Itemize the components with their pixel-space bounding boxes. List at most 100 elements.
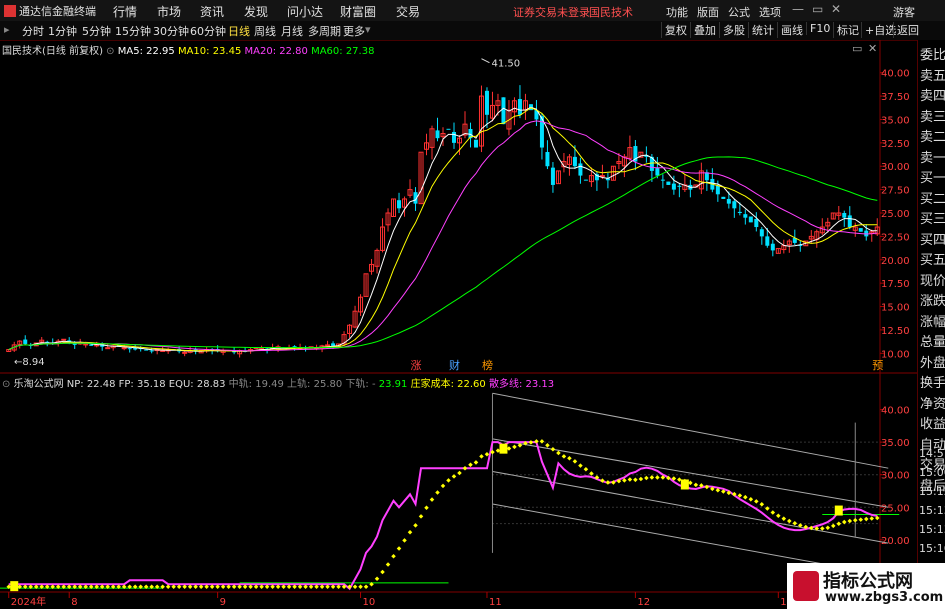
tongji-button[interactable]: 统计 xyxy=(748,22,774,38)
event-marker-0[interactable]: 涨 xyxy=(411,359,422,372)
menu-item-faxian[interactable]: 发现 xyxy=(244,3,268,20)
guest-user[interactable]: 游客 xyxy=(893,4,915,20)
sub-legend-toggle-icon[interactable]: ⊙ xyxy=(2,379,10,390)
menu-item-gongneng[interactable]: 功能 xyxy=(666,4,688,20)
cost-dot-63 xyxy=(352,584,358,590)
period-monthly[interactable]: 月线 xyxy=(281,23,303,39)
menu-item-banmian[interactable]: 版面 xyxy=(697,4,719,20)
candle-body-134 xyxy=(743,214,748,218)
fuquan-button[interactable]: 复权 xyxy=(661,22,687,38)
sub-upper-value: 上轨: 25.80 xyxy=(287,379,343,390)
app-logo-icon xyxy=(4,5,16,17)
cost-dot-57 xyxy=(319,584,325,590)
cost-dot-29 xyxy=(165,584,171,590)
sub-ytick-label-1: 35.00 xyxy=(881,438,910,449)
candle-body-90 xyxy=(501,97,506,125)
candle-body-153 xyxy=(847,215,852,228)
site-watermark: 指标公式网 www.zbgs3.com xyxy=(787,563,945,609)
huaxian-button[interactable]: 画线 xyxy=(777,22,803,38)
cost-dot-100 xyxy=(556,450,561,456)
watermark-logo-icon xyxy=(793,571,819,601)
cost-dot-60 xyxy=(336,584,341,590)
candle-body-3 xyxy=(23,339,28,344)
close-icon[interactable]: ✕ xyxy=(831,2,841,16)
xtick-label-5: 12 xyxy=(637,597,650,608)
menu-item-caifuquan[interactable]: 财富圈 xyxy=(340,3,376,20)
candle-body-81 xyxy=(451,132,456,143)
maximize-icon[interactable]: ▭ xyxy=(812,2,823,16)
menu-item-wenxiaoda[interactable]: 问小达 xyxy=(287,3,323,20)
cost-dot-118 xyxy=(655,475,660,480)
period-1min[interactable]: 1分钟 xyxy=(48,23,77,39)
ma60-value: MA60: 27.38 xyxy=(311,46,375,57)
period-daily[interactable]: 日线 xyxy=(228,23,250,39)
cost-dot-31 xyxy=(176,584,182,590)
kline-chart[interactable]: 40.00 37.50 35.00 32.50 30.00 27.50 25.00 22.50… xyxy=(0,40,917,609)
trade-time-1: 15:00 xyxy=(919,466,945,479)
menu-item-gongshi[interactable]: 公式 xyxy=(728,4,750,20)
xtick-label-6: 1 xyxy=(780,597,786,608)
main-ytick-label-0: 40.00 xyxy=(881,69,910,80)
menu-item-hangqing[interactable]: 行情 xyxy=(113,3,137,20)
biaoji-button[interactable]: 标记 xyxy=(833,22,859,38)
main-ytick-label-8: 20.00 xyxy=(881,256,910,267)
sub-ytick-label-2: 30.00 xyxy=(881,471,910,482)
quote-field-10: 买五 xyxy=(920,253,945,268)
minimize-icon[interactable]: — xyxy=(792,2,804,16)
period-more[interactable]: 更多 xyxy=(343,23,365,39)
chart-close-icon[interactable]: ✕ xyxy=(868,42,877,55)
candle-body-136 xyxy=(754,218,759,228)
period-30min[interactable]: 30分钟 xyxy=(153,23,189,39)
period-multi[interactable]: 多周期 xyxy=(308,23,341,39)
duogu-button[interactable]: 多股 xyxy=(719,22,745,38)
cost-dot-153 xyxy=(847,518,853,524)
cost-dot-74 xyxy=(413,523,418,528)
period-15min[interactable]: 15分钟 xyxy=(115,23,151,39)
sub-ytick-label-0: 40.00 xyxy=(881,406,910,417)
menu-item-zixun[interactable]: 资讯 xyxy=(200,3,224,20)
cost-dot-134 xyxy=(743,494,748,500)
login-status[interactable]: 证券交易未登录 xyxy=(513,4,590,20)
f10-button[interactable]: F10 xyxy=(806,22,830,35)
period-fenshi[interactable]: 分时 xyxy=(22,23,44,39)
main-ytick-label-5: 27.50 xyxy=(881,186,910,197)
event-marker-2[interactable]: 榜 xyxy=(482,358,493,372)
high-price-label: 41.50 xyxy=(491,59,520,70)
candle-body-22 xyxy=(127,348,132,350)
menu-item-jiaoyi[interactable]: 交易 xyxy=(396,3,420,20)
back-button[interactable]: 返回 xyxy=(893,22,919,38)
menu-toggle-icon[interactable]: ▸ xyxy=(4,23,10,36)
period-60min[interactable]: 60分钟 xyxy=(190,23,226,39)
candle-body-139 xyxy=(770,243,775,251)
cost-dot-81 xyxy=(451,474,457,479)
period-5min[interactable]: 5分钟 xyxy=(82,23,111,39)
cost-dot-76 xyxy=(424,505,429,510)
cost-dot-65 xyxy=(363,584,369,590)
period-weekly[interactable]: 周线 xyxy=(254,23,276,39)
cost-dot-135 xyxy=(748,497,754,502)
candle-body-10 xyxy=(61,338,67,341)
candle-body-58 xyxy=(325,344,331,347)
cost-dot-48 xyxy=(270,584,275,590)
signal-block-3 xyxy=(10,581,19,592)
chart-zoom-icon[interactable]: ▭ xyxy=(852,42,862,55)
menu-item-xuanxiang[interactable]: 选项 xyxy=(759,4,781,20)
quote-field-12: 涨跌 xyxy=(920,294,945,309)
event-marker-1[interactable]: 财 xyxy=(449,358,460,372)
trade-time-5: 15:16 xyxy=(919,542,945,555)
xtick-label-1: 8 xyxy=(71,597,77,608)
more-dropdown-icon[interactable]: ▾ xyxy=(365,23,371,36)
quote-field-11: 现价 xyxy=(920,273,945,289)
low-price-label: ←8.94 xyxy=(14,357,45,368)
diejia-button[interactable]: 叠加 xyxy=(690,22,716,38)
legend-toggle-icon[interactable]: ⊙ xyxy=(106,46,114,57)
menu-item-shichang[interactable]: 市场 xyxy=(157,3,181,20)
cost-dot-92 xyxy=(512,444,517,450)
cost-dot-154 xyxy=(853,517,858,523)
period-toolbar: ▸ 分时 1分钟 5分钟 15分钟 30分钟 60分钟 日线 周线 月线 多周期… xyxy=(0,21,945,41)
cost-dot-143 xyxy=(792,521,798,526)
signal-block-2 xyxy=(834,505,843,516)
add-watchlist-button[interactable]: +自选 xyxy=(861,22,896,38)
quote-side-panel: 委比 卖五 卖四 卖三 卖二 卖一 买一 买二 买三 买四 买五 现价 涨跌 涨幅 总量 外盘 换手 净资 收益 自动… xyxy=(917,40,945,609)
event-marker-3[interactable]: 预 xyxy=(872,359,883,372)
